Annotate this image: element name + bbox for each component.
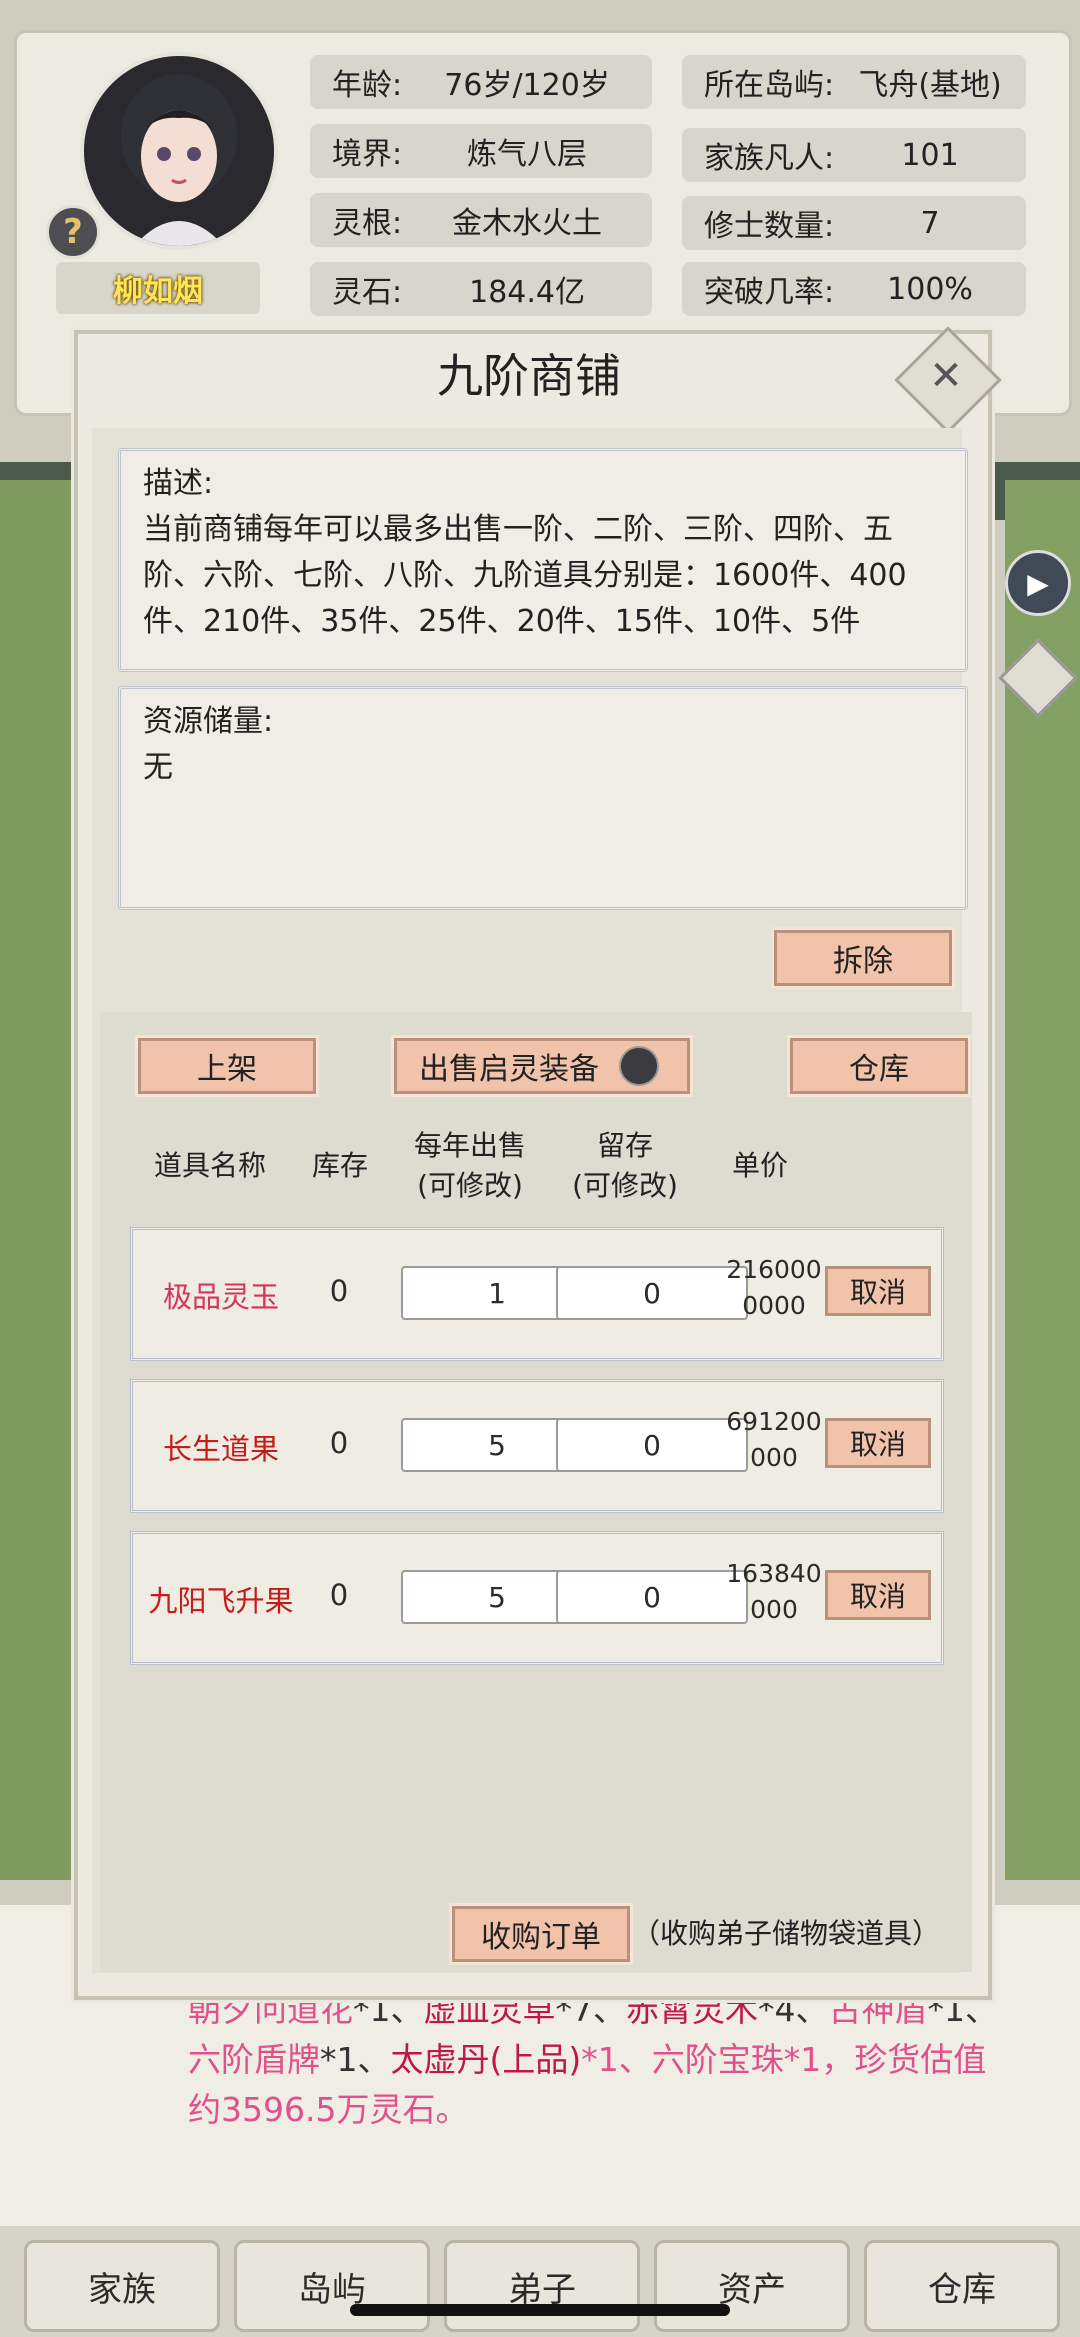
sell-toggle-label: 出售启灵装备 — [419, 1052, 599, 1087]
header-reserve: 留存 (可修改) — [572, 1129, 678, 1202]
avatar[interactable] — [80, 52, 278, 250]
item-stock: 0 — [329, 1274, 349, 1308]
item-stock: 0 — [329, 1426, 349, 1460]
demolish-button[interactable]: 拆除 — [774, 930, 952, 986]
item-name: 长生道果 — [162, 1432, 279, 1466]
close-icon[interactable]: ✕ — [922, 352, 970, 400]
tab-islands[interactable]: 岛屿 — [234, 2240, 430, 2332]
stat-mortals: 家族凡人: 101 — [682, 128, 1026, 182]
tab-warehouse[interactable]: 仓库 — [864, 2240, 1060, 2332]
modal-title: 九阶商铺 — [437, 349, 621, 403]
warehouse-button[interactable]: 仓库 — [790, 1038, 968, 1094]
home-indicator — [350, 2304, 730, 2316]
description-text: 当前商铺每年可以最多出售一阶、二阶、三阶、四阶、五阶、六阶、七阶、八阶、九阶道具… — [143, 512, 907, 639]
cancel-button[interactable]: 取消 — [825, 1570, 931, 1620]
stat-spirit-root: 灵根: 金木水火土 — [310, 193, 652, 247]
resources-value: 无 — [143, 750, 173, 785]
unit-price: 691200 000 — [726, 1407, 822, 1472]
header-unit-price: 单价 — [731, 1149, 788, 1182]
header-stock: 库存 — [311, 1149, 368, 1182]
header-yearly-sale: 每年出售 (可修改) — [413, 1129, 526, 1202]
tab-assets[interactable]: 资产 — [654, 2240, 850, 2332]
purchase-order-button[interactable]: 收购订单 — [452, 1906, 630, 1962]
help-icon[interactable]: ? — [46, 205, 100, 259]
underlying-map-left — [0, 480, 75, 1880]
stat-island: 所在岛屿: 飞舟(基地) — [682, 55, 1026, 109]
sell-equipment-toggle[interactable]: 出售启灵装备 — [394, 1038, 690, 1094]
item-name: 极品灵玉 — [162, 1280, 279, 1314]
description-label: 描述: — [143, 466, 214, 501]
play-icon[interactable]: ▶ — [1005, 550, 1071, 616]
resources-box: 资源储量: 无 — [118, 686, 968, 910]
unit-price: 216000 0000 — [726, 1255, 822, 1320]
resources-label: 资源储量: — [143, 704, 274, 739]
cancel-button[interactable]: 取消 — [825, 1266, 931, 1316]
player-name: 柳如烟 — [56, 262, 260, 314]
toggle-knob[interactable] — [619, 1046, 659, 1086]
description-box: 描述: 当前商铺每年可以最多出售一阶、二阶、三阶、四阶、五阶、六阶、七阶、八阶、… — [118, 448, 968, 672]
purchase-note: （收购弟子储物袋道具） — [632, 1917, 941, 1950]
cancel-button[interactable]: 取消 — [825, 1418, 931, 1468]
tab-disciples[interactable]: 弟子 — [444, 2240, 640, 2332]
stat-spirit-stones: 灵石: 184.4亿 — [310, 262, 652, 316]
stat-realm: 境界: 炼气八层 — [310, 124, 652, 178]
item-stock: 0 — [329, 1578, 349, 1612]
stat-age: 年龄: 76岁/120岁 — [310, 55, 652, 109]
stat-cultivators: 修士数量: 7 — [682, 196, 1026, 250]
table-row: 长生道果 0 5 0 691200 000 取消 — [130, 1379, 944, 1513]
stat-breakthrough: 突破几率: 100% — [682, 262, 1026, 316]
table-row: 九阳飞升果 0 5 0 163840 000 取消 — [130, 1531, 944, 1665]
tab-family[interactable]: 家族 — [24, 2240, 220, 2332]
header-item-name: 道具名称 — [153, 1149, 266, 1182]
item-name: 九阳飞升果 — [148, 1584, 294, 1618]
loot-log: 朝夕问道花*1、虚血灵草*7、赤霄灵木*4、古神盾*1、 六阶盾牌*1、太虚丹(… — [188, 1990, 998, 2129]
table-row: 极品灵玉 0 1 0 216000 0000 取消 — [130, 1227, 944, 1361]
list-item-button[interactable]: 上架 — [138, 1038, 316, 1094]
unit-price: 163840 000 — [726, 1559, 822, 1624]
